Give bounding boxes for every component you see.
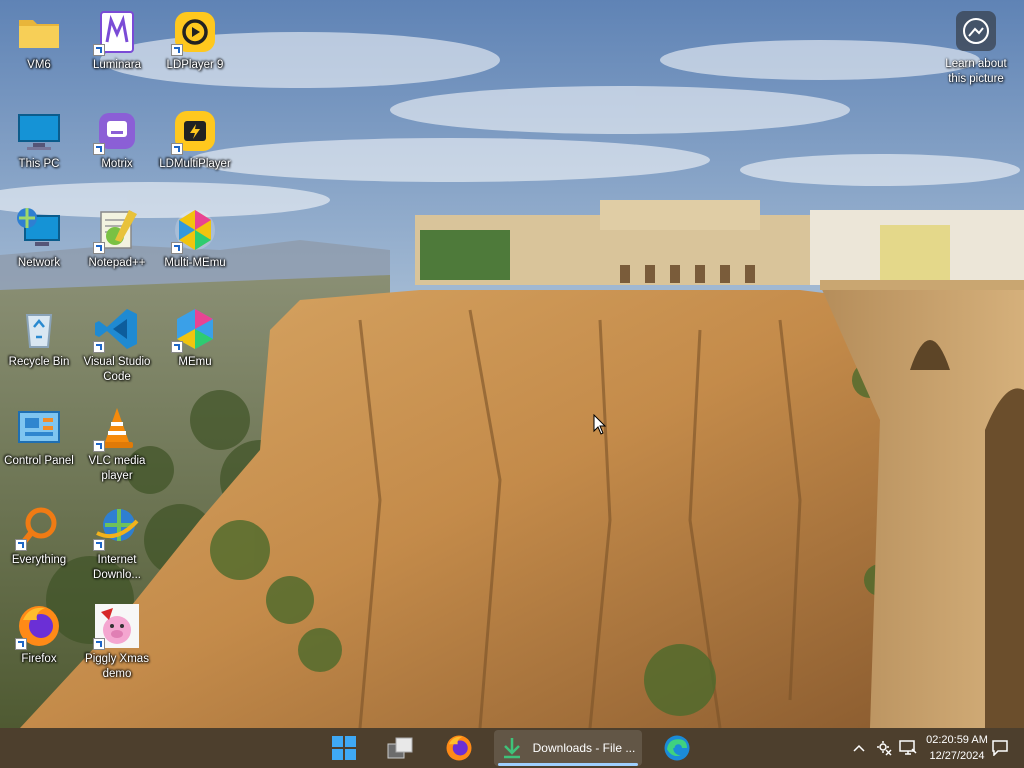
desktop-icon-label: Control Panel xyxy=(4,455,74,467)
taskbar-firefox-button[interactable] xyxy=(438,728,480,768)
ldplayer-icon xyxy=(171,8,219,56)
taskbar-downloads-file-explorer-button[interactable]: Downloads - File ... xyxy=(494,730,642,766)
multi-memu-icon xyxy=(171,206,219,254)
desktop-icon-label: VM6 xyxy=(27,59,51,71)
clock-date: 12/27/2024 xyxy=(929,750,985,762)
edge-icon xyxy=(664,735,690,761)
desktop-icon-label: Notepad++ xyxy=(88,257,146,269)
idm-globe-icon xyxy=(93,503,141,551)
desktop-icon-label: Network xyxy=(17,257,61,269)
desktop-icon-firefox[interactable]: Firefox xyxy=(0,598,78,667)
task-view-icon xyxy=(387,737,413,759)
desktop-icon-label: Internet Downlo... xyxy=(93,554,141,581)
motrix-icon xyxy=(93,107,141,155)
desktop-icon-label: LDPlayer 9 xyxy=(166,59,224,71)
desktop-icon-internet-download-manager[interactable]: Internet Downlo... xyxy=(78,499,156,583)
shortcut-arrow-icon xyxy=(171,341,183,353)
location-off-icon xyxy=(877,741,892,756)
desktop-icon-ldplayer-9[interactable]: LDPlayer 9 xyxy=(156,4,234,73)
desktop-icon-label: Multi-MEmu xyxy=(164,257,226,269)
vscode-icon xyxy=(93,305,141,353)
desktop-icon-vlc[interactable]: VLC media player xyxy=(78,400,156,484)
shortcut-arrow-icon xyxy=(15,638,27,650)
desktop-icon-label: VLC media player xyxy=(88,455,146,482)
shortcut-arrow-icon xyxy=(93,242,105,254)
task-view-button[interactable] xyxy=(380,728,420,768)
desktop-icon-multi-memu[interactable]: Multi-MEmu xyxy=(156,202,234,271)
desktop-icon-label: LDMultiPlayer xyxy=(159,158,231,170)
learn-about-picture-button[interactable]: Learn about this picture xyxy=(936,8,1016,87)
shortcut-arrow-icon xyxy=(93,539,105,551)
network-globe-icon xyxy=(15,206,63,254)
taskbar-window-title: Downloads - File ... xyxy=(532,741,636,755)
shortcut-arrow-icon xyxy=(171,242,183,254)
recycle-bin-icon xyxy=(15,305,63,353)
desktop-icon-label: MEmu xyxy=(178,356,212,368)
tray-overflow-chevron[interactable] xyxy=(853,728,869,768)
desktop-icon-motrix[interactable]: Motrix xyxy=(78,103,156,172)
shortcut-arrow-icon xyxy=(93,638,105,650)
tray-location-off[interactable] xyxy=(876,728,894,768)
tray-network-status[interactable] xyxy=(899,728,917,768)
shortcut-arrow-icon xyxy=(15,539,27,551)
firefox-icon xyxy=(446,735,472,761)
desktop-icon-luminara[interactable]: Luminara xyxy=(78,4,156,73)
camera-info-icon xyxy=(956,11,996,51)
desktop-icon-label: This PC xyxy=(18,158,60,170)
active-window-indicator xyxy=(498,763,638,766)
desktop-icon-label: Recycle Bin xyxy=(8,356,70,368)
luminara-icon xyxy=(93,8,141,56)
desktop-icon-notepad-plus-plus[interactable]: Notepad++ xyxy=(78,202,156,271)
vlc-cone-icon xyxy=(93,404,141,452)
desktop-icon-this-pc[interactable]: This PC xyxy=(0,103,78,172)
shortcut-arrow-icon xyxy=(171,44,183,56)
taskbar-edge-button[interactable] xyxy=(656,728,698,768)
notification-center-button[interactable] xyxy=(992,728,1010,768)
computer-monitor-icon xyxy=(15,107,63,155)
desktop-icon-ldmultiplayer[interactable]: LDMultiPlayer xyxy=(156,103,234,172)
piggly-pig-icon xyxy=(93,602,141,650)
memu-icon xyxy=(171,305,219,353)
control-panel-icon xyxy=(15,404,63,452)
desktop-icon-network[interactable]: Network xyxy=(0,202,78,271)
everything-search-icon xyxy=(15,503,63,551)
firefox-icon xyxy=(15,602,63,650)
desktop-icon-label: Piggly Xmas demo xyxy=(85,653,149,680)
windows-logo-icon xyxy=(332,736,356,760)
chevron-up-icon xyxy=(853,744,865,752)
desktop-icon-piggly-xmas-demo[interactable]: Piggly Xmas demo xyxy=(78,598,156,682)
taskbar: Downloads - File ... 02:20:59 AM 12/27/2… xyxy=(0,728,1024,768)
folder-icon xyxy=(15,8,63,56)
shortcut-arrow-icon xyxy=(93,341,105,353)
desktop-icon-recycle-bin[interactable]: Recycle Bin xyxy=(0,301,78,370)
shortcut-arrow-icon xyxy=(93,143,105,155)
desktop-icon-everything[interactable]: Everything xyxy=(0,499,78,568)
desktop-icon-label: Firefox xyxy=(21,653,57,665)
desktop-icon-label: Luminara xyxy=(93,59,141,71)
start-button[interactable] xyxy=(324,728,364,768)
shortcut-arrow-icon xyxy=(93,440,105,452)
desktop-icon-control-panel[interactable]: Control Panel xyxy=(0,400,78,469)
desktop-icon-label: Everything xyxy=(11,554,67,566)
desktop-icon-memu[interactable]: MEmu xyxy=(156,301,234,370)
desktop-icon-vm6[interactable]: VM6 xyxy=(0,4,78,73)
clock-time: 02:20:59 AM xyxy=(926,734,988,746)
desktop-icon-visual-studio-code[interactable]: Visual Studio Code xyxy=(78,301,156,385)
learn-about-picture-label: Learn about this picture xyxy=(945,58,1007,85)
network-monitor-icon xyxy=(899,740,917,755)
taskbar-clock[interactable]: 02:20:59 AM 12/27/2024 xyxy=(918,732,996,764)
notification-icon xyxy=(992,740,1008,756)
shortcut-arrow-icon xyxy=(93,44,105,56)
mouse-cursor-icon xyxy=(593,413,607,436)
desktop-icon-label: Visual Studio Code xyxy=(83,356,151,383)
download-arrow-icon xyxy=(503,738,520,759)
desktop-icon-label: Motrix xyxy=(101,158,133,170)
notepad-plus-plus-icon xyxy=(93,206,141,254)
ldmultiplayer-icon xyxy=(171,107,219,155)
shortcut-arrow-icon xyxy=(171,143,183,155)
